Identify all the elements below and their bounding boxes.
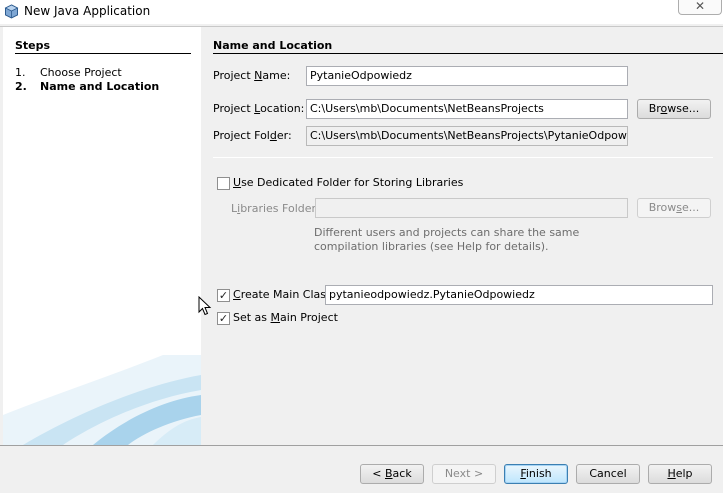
close-button[interactable]: ✕ <box>678 0 722 15</box>
close-icon: ✕ <box>694 0 706 13</box>
back-button[interactable]: < Back <box>360 464 424 484</box>
libraries-folder-input <box>315 198 628 218</box>
set-main-project-label[interactable]: Set as Main Project <box>233 311 338 324</box>
libraries-folder-label: Libraries Folder: <box>231 202 320 215</box>
section-divider <box>213 53 723 54</box>
button-text: elp <box>675 467 693 480</box>
label-text: ocation: <box>260 102 305 115</box>
step-label: Choose Project <box>40 66 122 79</box>
button-text: e... <box>682 201 700 214</box>
finish-button[interactable]: Finish <box>504 464 568 484</box>
step-number: 2. <box>15 80 27 93</box>
label-text: ame: <box>262 69 291 82</box>
section-title: Name and Location <box>213 39 333 52</box>
label-text: Project <box>213 69 255 82</box>
label-text: se Dedicated Folder for Storing Librarie… <box>241 176 464 189</box>
button-text: ack <box>392 467 412 480</box>
step-name-and-location: 2. Name and Location <box>15 80 159 93</box>
project-name-label: Project Name: <box>213 69 290 82</box>
title-bar: New Java Application ✕ <box>0 0 723 24</box>
set-main-project-checkbox[interactable]: ✓ <box>217 312 230 325</box>
label-text: ain Project <box>280 311 338 324</box>
button-text: Br <box>648 102 661 115</box>
create-main-class-checkbox[interactable]: ✓ <box>217 289 230 302</box>
content-panel: Name and Location Project Name: PytanieO… <box>201 27 723 445</box>
next-button: Next > <box>432 464 496 484</box>
button-mnemonic: H <box>667 467 676 480</box>
check-icon: ✓ <box>218 312 229 325</box>
libraries-help-text: Different users and projects can share t… <box>314 226 580 253</box>
project-name-input[interactable]: PytanieOdpowiedz <box>306 66 628 86</box>
create-main-class-label[interactable]: Create Main Class <box>233 288 332 301</box>
decorative-swoosh-graphic <box>3 355 201 445</box>
label-text: er: <box>276 129 292 142</box>
browse-libraries-button: Browse... <box>637 198 711 218</box>
label-mnemonic: d <box>269 129 277 142</box>
main-class-input[interactable]: pytanieodpowiedz.PytanieOdpowiedz <box>325 285 713 305</box>
label-text: braries Folder: <box>240 202 320 215</box>
label-text: Project <box>213 102 255 115</box>
button-bar: < Back Next > Finish Cancel Help <box>0 446 723 493</box>
dedicated-folder-label[interactable]: Use Dedicated Folder for Storing Librari… <box>233 176 463 189</box>
check-icon: ✓ <box>218 289 229 302</box>
label-text: Project Fol <box>213 129 270 142</box>
button-text: inish <box>525 467 552 480</box>
button-text: < <box>372 467 385 480</box>
button-text: wse... <box>667 102 700 115</box>
label-mnemonic: M <box>270 311 281 324</box>
project-location-input[interactable]: C:\Users\mb\Documents\NetBeansProjects <box>306 99 628 119</box>
step-number: 1. <box>15 66 26 79</box>
steps-divider <box>15 53 191 54</box>
label-mnemonic: C <box>233 288 241 301</box>
label-text: Set as <box>233 311 271 324</box>
label-mnemonic: U <box>233 176 242 189</box>
java-app-icon <box>4 4 19 19</box>
help-button[interactable]: Help <box>648 464 712 484</box>
project-folder-label: Project Folder: <box>213 129 292 142</box>
step-choose-project: 1. Choose Project <box>15 66 122 79</box>
button-text: Brow <box>648 201 677 214</box>
divider <box>213 157 713 158</box>
step-label: Name and Location <box>40 80 160 93</box>
window-title: New Java Application <box>24 4 151 18</box>
label-text: reate Main Class <box>240 288 332 301</box>
browse-location-button[interactable]: Browse... <box>637 99 711 119</box>
steps-panel: Steps 1. Choose Project 2. Name and Locati… <box>3 27 201 445</box>
steps-title: Steps <box>15 39 51 52</box>
button-mnemonic: B <box>385 467 393 480</box>
project-folder-field: C:\Users\mb\Documents\NetBeansProjects\P… <box>306 126 628 146</box>
dedicated-folder-checkbox[interactable] <box>217 177 230 190</box>
mouse-cursor-icon <box>198 296 212 316</box>
cancel-button[interactable]: Cancel <box>576 464 640 484</box>
project-location-label: Project Location: <box>213 102 304 115</box>
